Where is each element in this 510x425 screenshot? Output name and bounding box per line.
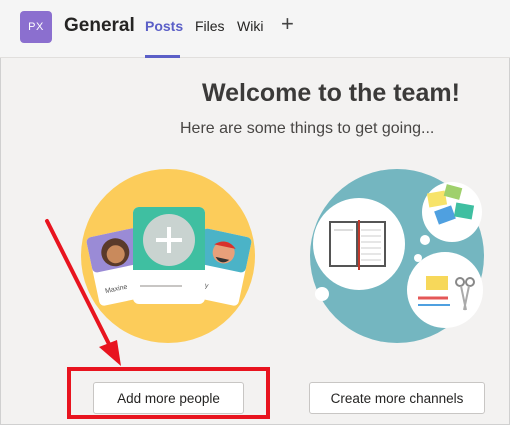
add-people-illustration: Maxine ky	[81, 169, 255, 343]
create-more-channels-button[interactable]: Create more channels	[309, 382, 485, 414]
annotation-highlight-box	[67, 367, 270, 419]
illustrations: Maxine ky	[45, 169, 484, 366]
create-channels-illustration	[310, 169, 484, 343]
